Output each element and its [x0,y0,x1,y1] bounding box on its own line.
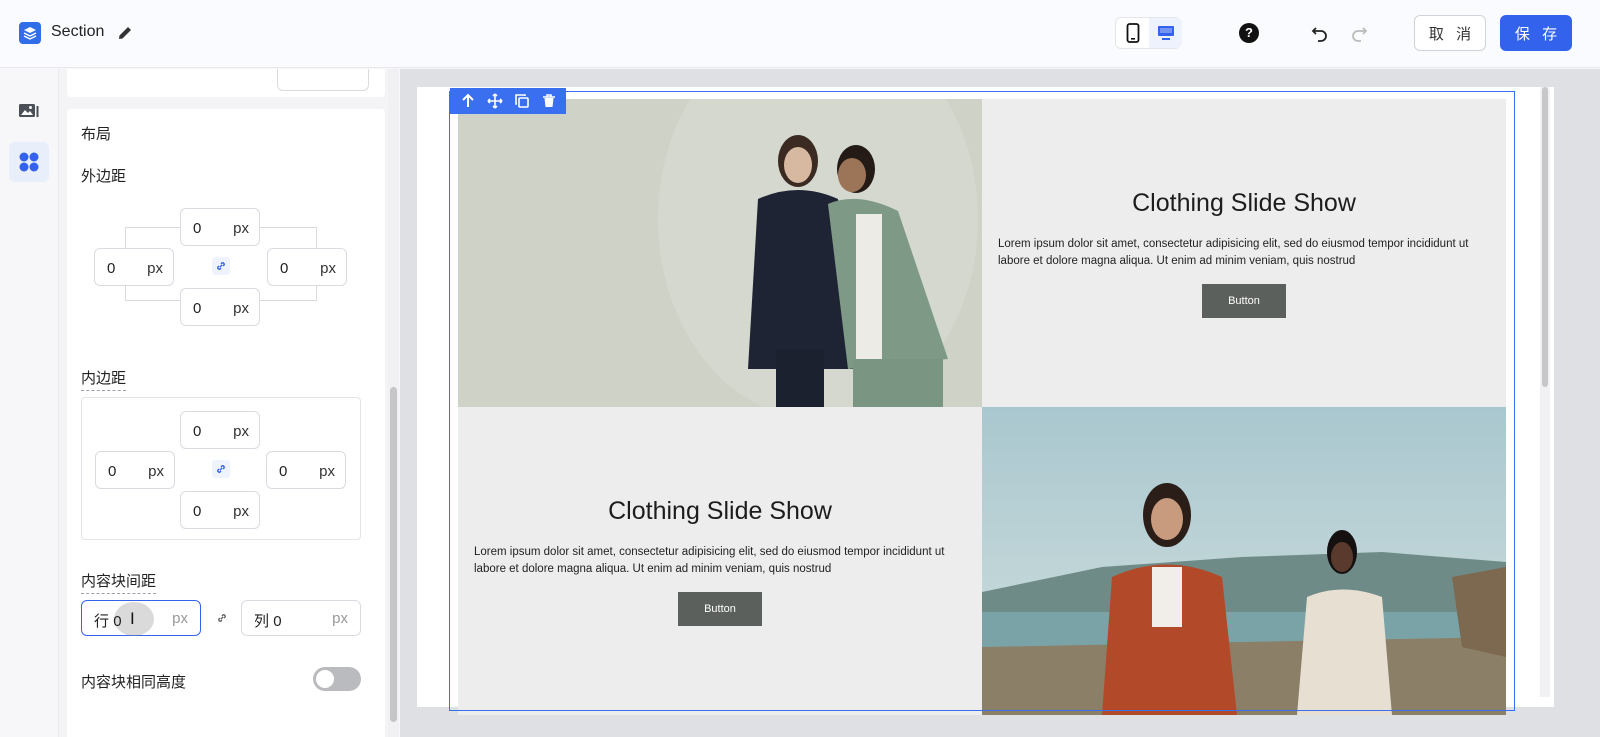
trash-icon[interactable] [539,91,559,111]
redo-icon[interactable] [1349,23,1369,43]
move-up-icon[interactable] [458,91,478,111]
text-cursor-icon: I [130,609,135,628]
top-bar: Section ? 取 消 保 存 [0,0,1600,68]
margin-left-input[interactable]: 0 px [94,248,174,286]
pencil-edit-icon[interactable] [116,24,134,42]
image-gallery-icon [19,104,39,117]
layout-section: 布局 外边距 0px 0px 0px 0px 内边距 0px 0px [67,109,385,737]
properties-panel: 布局 外边距 0px 0px 0px 0px 内边距 0px 0px [59,69,399,737]
equal-height-toggle[interactable] [313,667,361,691]
panel-scrollbar-thumb[interactable] [390,387,397,722]
desktop-view-button[interactable] [1149,18,1182,48]
help-icon[interactable]: ? [1239,23,1259,43]
rail-item-images[interactable] [9,91,49,131]
canvas-scrollbar-thumb[interactable] [1542,87,1548,387]
layout-title: 布局 [81,126,112,143]
section-selection-outline [449,91,1515,711]
save-button[interactable]: 保 存 [1500,15,1572,51]
gap-link-icon[interactable] [213,609,231,627]
margin-bottom-input[interactable]: 0 px [180,288,260,326]
device-switcher [1115,17,1182,49]
drag-move-icon[interactable] [485,91,505,111]
toggle-knob [316,670,334,688]
editor-canvas: Clothing Slide Show Lorem ipsum dolor si… [400,69,1600,737]
equal-height-label: 内容块相同高度 [81,674,187,691]
mobile-view-button[interactable] [1116,18,1149,48]
page-title: Section [51,23,105,40]
padding-right-input[interactable]: 0 px [266,451,346,489]
margin-link-icon[interactable] [212,257,230,275]
cancel-button[interactable]: 取 消 [1414,15,1486,51]
undo-icon[interactable] [1310,23,1330,43]
padding-label: 内边距 [81,367,127,391]
padding-top-input[interactable]: 0 px [180,411,260,449]
layers-logo-icon [19,22,41,44]
components-icon [19,152,39,172]
padding-bottom-input[interactable]: 0 px [180,491,260,529]
desktop-monitor-icon [1157,26,1174,40]
margin-top-input[interactable]: 0 px [180,208,260,246]
canvas-scrollbar[interactable] [1540,87,1550,697]
left-rail [0,69,59,737]
row-gap-input[interactable]: 行 0 I px [81,600,201,636]
margin-label: 外边距 [81,168,127,185]
margin-right-input[interactable]: 0 px [267,248,347,286]
rail-item-components[interactable] [9,142,49,182]
section-toolbar [450,88,566,114]
padding-left-input[interactable]: 0 px [95,451,175,489]
previous-setting-input[interactable] [277,69,369,91]
column-gap-input[interactable]: 列 0 px [241,600,361,636]
content-gap-label: 内容块间距 [81,570,157,594]
mobile-phone-icon [1126,23,1139,43]
previous-setting-card [67,69,385,97]
panel-scrollbar[interactable] [388,69,399,737]
duplicate-icon[interactable] [512,91,532,111]
padding-link-icon[interactable] [212,460,230,478]
